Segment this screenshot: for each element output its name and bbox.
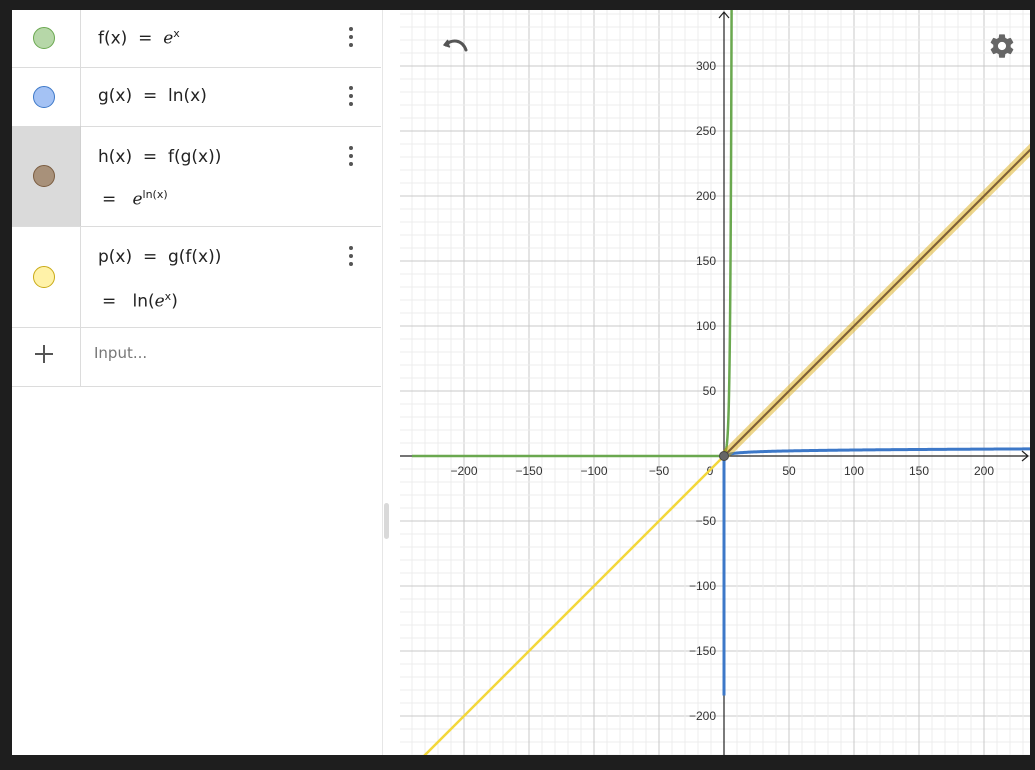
visibility-dot-f[interactable] — [33, 27, 55, 49]
function-name: f(x) — [98, 28, 128, 49]
x-tick-label: −150 — [515, 464, 542, 478]
expression-p[interactable]: p(x) = g(f(x)) — [98, 247, 221, 267]
visibility-toggle-col[interactable] — [12, 10, 81, 67]
y-tick-label: 250 — [696, 124, 716, 138]
kebab-menu-icon[interactable] — [346, 246, 356, 268]
exp-base: e — [154, 291, 165, 312]
y-tick-label: 150 — [696, 254, 716, 268]
algebra-row-g[interactable]: g(x) = ln(x) — [12, 67, 381, 127]
visibility-dot-h[interactable] — [33, 165, 55, 187]
curve-f — [412, 10, 733, 458]
expression-g[interactable]: g(x) = ln(x) — [98, 86, 207, 106]
algebra-input[interactable]: Input... — [94, 344, 147, 362]
y-tick-label: 50 — [703, 384, 717, 398]
y-tick-label: −100 — [689, 579, 716, 593]
result-h: = eln(x) — [102, 188, 168, 210]
graphics-view[interactable]: −200−150−100−500501001502003002502001501… — [400, 10, 1030, 755]
exp-base: e — [132, 189, 143, 210]
function-name: h(x) — [98, 147, 133, 167]
x-tick-label: −200 — [450, 464, 477, 478]
y-tick-label: 300 — [696, 59, 716, 73]
exp-superscript: x — [173, 27, 180, 40]
y-tick-label: 200 — [696, 189, 716, 203]
undo-icon[interactable] — [442, 36, 470, 56]
geogebra-app: f(x) = ex g(x) = ln(x) h(x) = f(g(x)) = … — [12, 10, 1030, 755]
result-suffix: ) — [171, 291, 178, 312]
equals-sign: = — [142, 86, 158, 106]
expression-h[interactable]: h(x) = f(g(x)) — [98, 147, 221, 167]
panel-resize-handle[interactable] — [384, 503, 389, 539]
exp-base: e — [163, 28, 174, 49]
visibility-toggle-col[interactable] — [12, 67, 81, 126]
algebra-row-p[interactable]: p(x) = g(f(x)) = ln(ex) — [12, 226, 381, 328]
visibility-dot-g[interactable] — [33, 86, 55, 108]
algebra-view: f(x) = ex g(x) = ln(x) h(x) = f(g(x)) = … — [12, 10, 383, 755]
equals-sign: = — [142, 247, 158, 267]
equals-sign: = — [102, 291, 117, 312]
result-p: = ln(ex) — [102, 290, 178, 312]
function-name: p(x) — [98, 247, 133, 267]
function-name: g(x) — [98, 86, 133, 106]
y-tick-label: −50 — [696, 514, 717, 528]
graph-canvas[interactable]: −200−150−100−500501001502003002502001501… — [400, 10, 1030, 755]
x-tick-label: 50 — [782, 464, 796, 478]
expression-f[interactable]: f(x) = ex — [98, 27, 180, 49]
kebab-menu-icon[interactable] — [346, 27, 356, 49]
visibility-dot-p[interactable] — [33, 266, 55, 288]
algebra-input-row[interactable]: Input... — [12, 327, 381, 387]
exp-superscript: ln(x) — [142, 188, 168, 201]
plus-icon[interactable] — [35, 345, 53, 363]
function-definition: ln(x) — [168, 86, 207, 106]
algebra-row-h[interactable]: h(x) = f(g(x)) = eln(x) — [12, 126, 381, 227]
visibility-toggle-col[interactable] — [12, 226, 81, 327]
kebab-menu-icon[interactable] — [346, 86, 356, 108]
x-tick-label: 200 — [974, 464, 994, 478]
y-tick-label: −150 — [689, 644, 716, 658]
equals-sign: = — [138, 28, 153, 49]
origin-point — [719, 451, 729, 461]
x-tick-label: 150 — [909, 464, 929, 478]
equals-sign: = — [142, 147, 158, 167]
x-tick-label: −100 — [580, 464, 607, 478]
y-tick-label: 100 — [696, 319, 716, 333]
equals-sign: = — [102, 189, 117, 210]
gear-icon[interactable] — [988, 32, 1016, 60]
algebra-row-f[interactable]: f(x) = ex — [12, 10, 381, 68]
function-definition: f(g(x)) — [167, 147, 222, 167]
function-definition: g(f(x)) — [168, 247, 222, 267]
x-tick-label: −50 — [649, 464, 670, 478]
visibility-toggle-col[interactable] — [12, 126, 81, 226]
x-tick-label: 100 — [844, 464, 864, 478]
y-tick-label: −200 — [689, 709, 716, 723]
result-prefix: ln( — [132, 291, 155, 312]
kebab-menu-icon[interactable] — [346, 146, 356, 168]
add-col[interactable] — [12, 327, 81, 386]
